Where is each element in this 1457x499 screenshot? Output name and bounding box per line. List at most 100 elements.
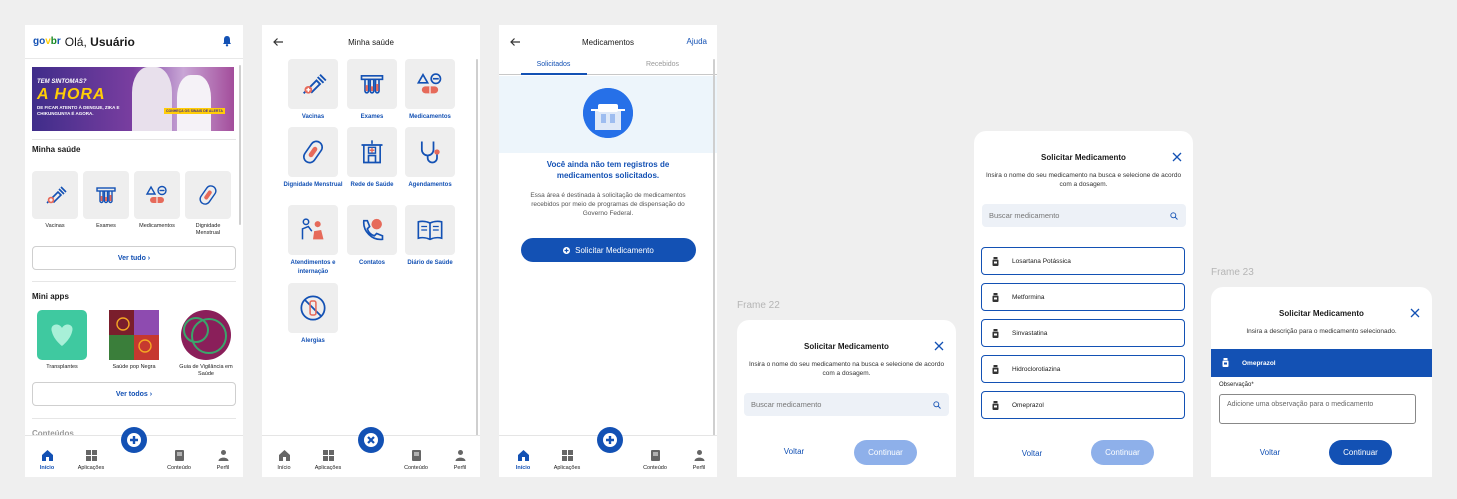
tile-diario-saude[interactable] [405, 205, 455, 255]
nav-apps[interactable]: Aplicações [308, 449, 348, 471]
tile-label: Atendimentos e internação [290, 260, 336, 275]
back-arrow-icon[interactable] [509, 36, 521, 48]
observation-input[interactable]: Adicione uma observação para o medicamen… [1219, 394, 1416, 424]
tile-contatos[interactable] [347, 205, 397, 255]
nav-profile[interactable]: Perfil [440, 449, 480, 471]
back-arrow-icon[interactable] [272, 36, 284, 48]
health-fab-button[interactable] [121, 427, 147, 453]
search-placeholder: Buscar medicamento [751, 400, 822, 409]
tile-exames[interactable] [83, 171, 129, 219]
see-all-apps-button[interactable]: Ver todos › [32, 382, 236, 406]
nav-content-label: Conteúdo [643, 465, 667, 471]
bell-icon[interactable] [221, 35, 233, 47]
nav-profile[interactable]: Perfil [203, 449, 243, 471]
home-screen: govbr Olá, Usuário TEM SINTOMAS? A HORA … [25, 25, 243, 477]
medicine-bottle-icon [992, 365, 999, 374]
plus-icon [603, 433, 617, 447]
close-icon[interactable] [1172, 152, 1182, 162]
search-input[interactable]: Buscar medicamento [744, 393, 949, 416]
document-icon [650, 450, 660, 461]
tile-vacinas[interactable] [288, 59, 338, 109]
see-all-button[interactable]: Ver tudo › [32, 246, 236, 270]
grid-icon [561, 450, 573, 461]
medicamentos-screen: Medicamentos Ajuda Solicitados Recebidos… [499, 25, 717, 477]
saude-pop-negra-app-image[interactable] [109, 310, 159, 360]
pad-icon [303, 140, 323, 164]
nav-apps-label: Aplicações [77, 465, 105, 471]
health-fab-button[interactable] [597, 427, 623, 453]
minha-saude-screen: Minha saúde Vacinas Exames Medicamentos … [262, 25, 480, 477]
nav-content[interactable]: Conteúdo [396, 449, 436, 471]
tile-label: Diário de Saúde [407, 260, 453, 266]
medicine-bottle-icon [1222, 358, 1229, 367]
help-link[interactable]: Ajuda [687, 37, 707, 46]
tile-vacinas[interactable] [32, 171, 78, 219]
banner-line1: TEM SINTOMAS? [37, 79, 87, 85]
medication-option[interactable]: Omeprazol [981, 391, 1185, 419]
continue-button[interactable]: Continuar [1091, 440, 1154, 465]
search-icon [933, 400, 941, 409]
tab-recebidos[interactable]: Recebidos [608, 61, 717, 68]
nav-apps[interactable]: Aplicações [71, 449, 111, 471]
home-icon [517, 450, 529, 461]
vaccine-icon [303, 74, 327, 94]
medication-option[interactable]: Sinvastatina [981, 319, 1185, 347]
back-button[interactable]: Voltar [1240, 448, 1300, 457]
tile-dignidade[interactable] [185, 171, 231, 219]
nav-home[interactable]: Início [264, 449, 304, 471]
frame-label: Frame 22 [737, 300, 780, 311]
see-all-apps-label: Ver todos [115, 390, 148, 398]
nav-content[interactable]: Conteúdo [159, 449, 199, 471]
pad-icon [199, 185, 217, 205]
nav-apps[interactable]: Aplicações [547, 449, 587, 471]
scrollbar[interactable] [476, 59, 478, 439]
tab-solicitados[interactable]: Solicitados [499, 61, 608, 68]
transplantes-app-image[interactable] [37, 310, 87, 360]
request-medication-button[interactable]: Solicitar Medicamento [521, 238, 696, 262]
tile-exames[interactable] [347, 59, 397, 109]
nav-home[interactable]: Início [27, 449, 67, 471]
tile-medicamentos[interactable] [134, 171, 180, 219]
selected-medication-name: Omeprazol [1242, 359, 1276, 367]
medication-option[interactable]: Hidroclorotiazina [981, 355, 1185, 383]
nav-profile[interactable]: Perfil [679, 449, 717, 471]
close-fab-button[interactable] [358, 427, 384, 453]
page-title: Minha saúde [348, 37, 394, 47]
nav-home[interactable]: Início [503, 449, 543, 471]
nav-home-label: Início [277, 465, 291, 471]
scrollbar[interactable] [713, 59, 715, 439]
dengue-banner[interactable]: TEM SINTOMAS? A HORA DE FICAR ATENTO À D… [32, 67, 234, 131]
close-icon[interactable] [1410, 308, 1420, 318]
scrollbar[interactable] [239, 65, 241, 225]
tile-label: Dignidade Menstrual [195, 223, 221, 236]
continue-button[interactable]: Continuar [1329, 440, 1392, 465]
search-input[interactable]: Buscar medicamento [982, 204, 1186, 227]
medication-option[interactable]: Losartana Potássica [981, 247, 1185, 275]
selected-medication[interactable]: Omeprazol [1211, 349, 1432, 377]
tile-atendimentos[interactable] [288, 205, 338, 255]
medication-option[interactable]: Metformina [981, 283, 1185, 311]
tile-dignidade[interactable] [288, 127, 338, 177]
banner-line2: A HORA [37, 86, 106, 103]
app-label: Guia de Vigilância em Saúde [179, 364, 233, 377]
tile-rede-saude[interactable] [347, 127, 397, 177]
continue-button[interactable]: Continuar [854, 440, 917, 465]
tile-alergias[interactable] [288, 283, 338, 333]
nav-home-label: Início [515, 465, 531, 471]
pills-icon [416, 73, 442, 94]
request-modal-empty: Solicitar Medicamento Insira o nome do s… [737, 320, 956, 477]
tile-agendamentos[interactable] [405, 127, 455, 177]
back-button[interactable]: Voltar [1002, 449, 1062, 458]
top-bar: Minha saúde [262, 25, 480, 59]
medication-name: Sinvastatina [1012, 329, 1048, 337]
nav-profile-label: Perfil [216, 465, 230, 471]
tile-medicamentos[interactable] [405, 59, 455, 109]
nav-content[interactable]: Conteúdo [635, 449, 675, 471]
guia-vigilancia-app-image[interactable] [181, 310, 231, 360]
back-button[interactable]: Voltar [764, 447, 824, 456]
medicine-bottle-icon [992, 293, 999, 302]
no-allergy-icon [300, 295, 326, 321]
pills-icon [145, 185, 167, 203]
banner-person-image [132, 67, 172, 131]
close-icon[interactable] [934, 341, 944, 351]
